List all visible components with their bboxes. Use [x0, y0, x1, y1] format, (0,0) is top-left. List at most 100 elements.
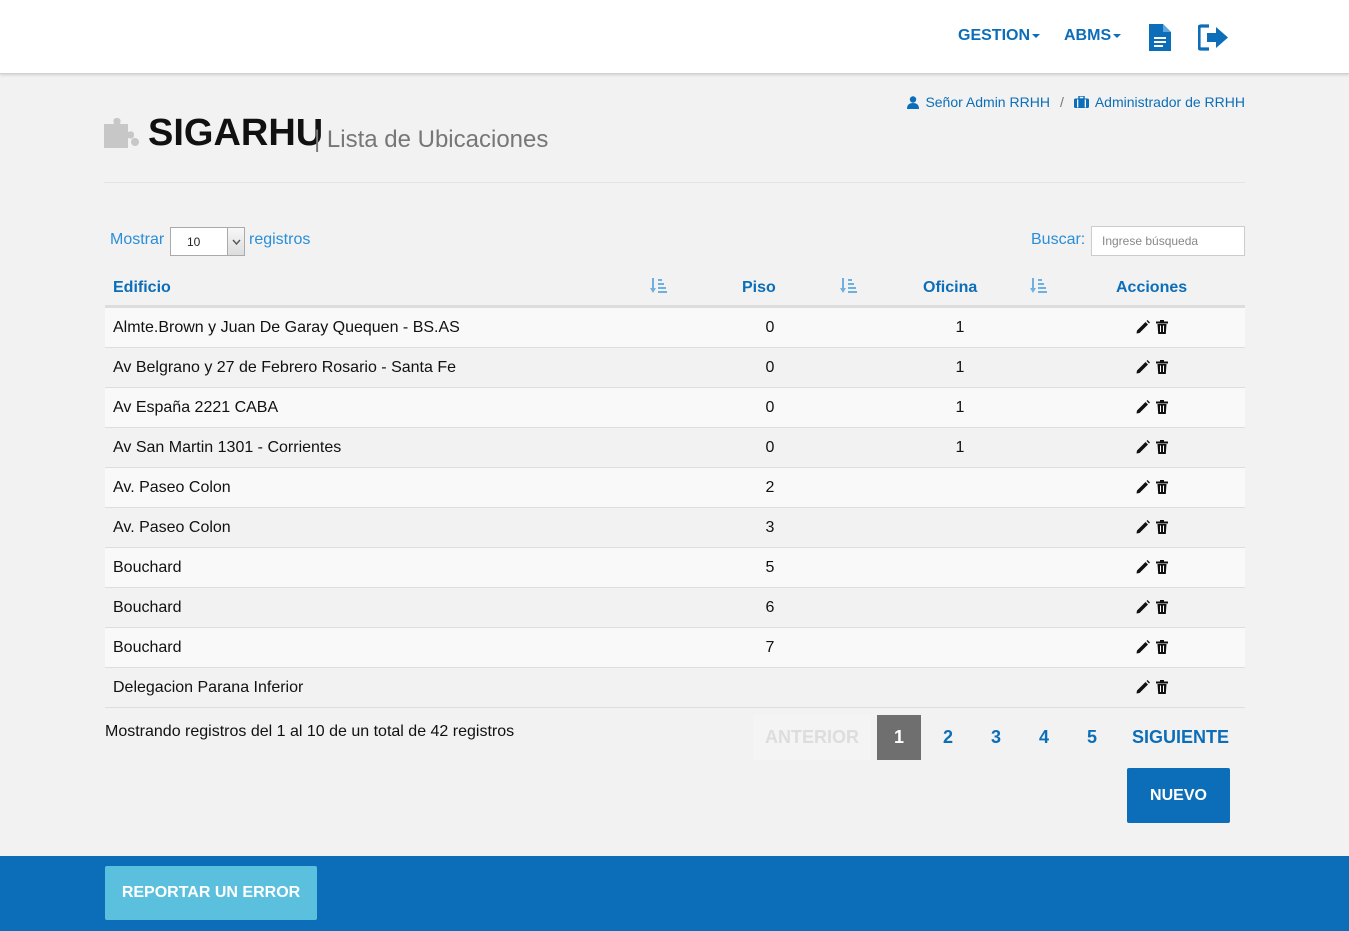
- sort-icon[interactable]: [840, 277, 857, 299]
- cell-edificio: Av San Martin 1301 - Corrientes: [113, 439, 342, 456]
- edit-icon[interactable]: [1136, 360, 1150, 379]
- cell-piso: 0: [765, 319, 775, 336]
- trash-icon[interactable]: [1156, 640, 1168, 659]
- row-actions: [1136, 680, 1168, 699]
- trash-icon[interactable]: [1156, 440, 1168, 459]
- page-size-select[interactable]: 10: [170, 227, 245, 256]
- new-button[interactable]: NUEVO: [1127, 768, 1230, 823]
- column-header-piso[interactable]: Piso: [742, 279, 776, 297]
- edit-icon[interactable]: [1136, 640, 1150, 659]
- user-icon: [907, 95, 920, 109]
- app-title: SIGARHU: [148, 112, 324, 154]
- table-row: Delegacion Parana Inferior: [105, 668, 1245, 708]
- breadcrumb-role[interactable]: Administrador de RRHH: [1073, 94, 1245, 110]
- row-actions: [1136, 440, 1168, 459]
- row-actions: [1136, 480, 1168, 499]
- table-row: Bouchard 6: [105, 588, 1245, 628]
- sort-icon[interactable]: [650, 277, 667, 299]
- pagination-next-button[interactable]: SIGUIENTE: [1128, 715, 1233, 760]
- table-row: Av España 2221 CABA 0 1: [105, 388, 1245, 428]
- edit-icon[interactable]: [1136, 600, 1150, 619]
- cell-oficina: 1: [955, 319, 965, 336]
- cell-piso: 6: [765, 599, 775, 616]
- logout-icon[interactable]: [1197, 24, 1229, 56]
- trash-icon[interactable]: [1156, 400, 1168, 419]
- edit-icon[interactable]: [1136, 560, 1150, 579]
- caret-down-icon: [1032, 33, 1041, 38]
- pagination-page-4[interactable]: 4: [1022, 715, 1066, 760]
- trash-icon[interactable]: [1156, 600, 1168, 619]
- table-row: Almte.Brown y Juan De Garay Quequen - BS…: [105, 308, 1245, 348]
- trash-icon[interactable]: [1156, 480, 1168, 499]
- column-header-oficina[interactable]: Oficina: [923, 279, 977, 297]
- row-actions: [1136, 600, 1168, 619]
- menu-gestion[interactable]: GESTION: [958, 27, 1041, 45]
- column-header-edificio[interactable]: Edificio: [113, 279, 171, 297]
- cell-edificio: Delegacion Parana Inferior: [113, 679, 304, 696]
- document-icon[interactable]: [1149, 24, 1171, 56]
- cell-piso: 3: [765, 519, 775, 536]
- search-label: Buscar:: [1031, 231, 1086, 248]
- trash-icon[interactable]: [1156, 560, 1168, 579]
- chevron-down-icon: [227, 228, 244, 255]
- cell-piso: 0: [765, 359, 775, 376]
- row-actions: [1136, 520, 1168, 539]
- report-error-button[interactable]: REPORTAR UN ERROR: [105, 866, 317, 920]
- trash-icon[interactable]: [1156, 680, 1168, 699]
- cell-edificio: Bouchard: [113, 639, 182, 656]
- breadcrumb: Señor Admin RRHH / Administrador de RRHH: [907, 94, 1245, 110]
- pagination-page-1[interactable]: 1: [877, 715, 921, 760]
- table-header: Edificio Piso Oficina Acciones: [105, 268, 1245, 308]
- records-label: registros: [249, 231, 311, 248]
- table-body: Almte.Brown y Juan De Garay Quequen - BS…: [105, 308, 1245, 708]
- cell-piso: 7: [765, 639, 775, 656]
- edit-icon[interactable]: [1136, 440, 1150, 459]
- row-actions: [1136, 560, 1168, 579]
- search-input[interactable]: [1091, 226, 1245, 256]
- locations-table: Edificio Piso Oficina Acciones Almte.Bro…: [105, 268, 1245, 708]
- breadcrumb-role-label: Administrador de RRHH: [1094, 94, 1245, 110]
- menu-abms[interactable]: ABMS: [1064, 27, 1122, 45]
- cell-piso: 2: [765, 479, 775, 496]
- cell-edificio: Av Belgrano y 27 de Febrero Rosario - Sa…: [113, 359, 456, 376]
- menu-gestion-label: GESTION: [958, 27, 1031, 44]
- trash-icon[interactable]: [1156, 320, 1168, 339]
- edit-icon[interactable]: [1136, 320, 1150, 339]
- footer: REPORTAR UN ERROR: [0, 856, 1349, 931]
- cell-oficina: 1: [955, 399, 965, 416]
- briefcase-icon: [1073, 96, 1089, 108]
- sort-icon[interactable]: [1030, 277, 1047, 299]
- cell-piso: 5: [765, 559, 775, 576]
- pagination-page-3[interactable]: 3: [974, 715, 1018, 760]
- column-header-acciones: Acciones: [1116, 279, 1188, 296]
- pagination-prev-button[interactable]: ANTERIOR: [753, 715, 871, 760]
- breadcrumb-user[interactable]: Señor Admin RRHH: [907, 94, 1050, 110]
- edit-icon[interactable]: [1136, 480, 1150, 499]
- page-size-value: 10: [187, 235, 201, 249]
- pagination-page-5[interactable]: 5: [1070, 715, 1114, 760]
- edit-icon[interactable]: [1136, 520, 1150, 539]
- trash-icon[interactable]: [1156, 520, 1168, 539]
- puzzle-icon: [104, 116, 140, 155]
- pagination-page-2[interactable]: 2: [926, 715, 970, 760]
- cell-edificio: Almte.Brown y Juan De Garay Quequen - BS…: [113, 319, 460, 336]
- breadcrumb-separator: /: [1059, 94, 1064, 110]
- cell-edificio: Av. Paseo Colon: [113, 519, 231, 536]
- row-actions: [1136, 320, 1168, 339]
- cell-edificio: Av. Paseo Colon: [113, 479, 231, 496]
- table-row: Av San Martin 1301 - Corrientes 0 1: [105, 428, 1245, 468]
- cell-edificio: Bouchard: [113, 559, 182, 576]
- top-navbar: GESTION ABMS: [0, 0, 1349, 74]
- table-row: Av. Paseo Colon 3: [105, 508, 1245, 548]
- edit-icon[interactable]: [1136, 680, 1150, 699]
- table-row: Bouchard 7: [105, 628, 1245, 668]
- edit-icon[interactable]: [1136, 400, 1150, 419]
- table-row: Av. Paseo Colon 2: [105, 468, 1245, 508]
- page-subtitle: | Lista de Ubicaciones: [314, 126, 549, 153]
- table-row: Av Belgrano y 27 de Febrero Rosario - Sa…: [105, 348, 1245, 388]
- table-info: Mostrando registros del 1 al 10 de un to…: [105, 723, 515, 740]
- cell-edificio: Bouchard: [113, 599, 182, 616]
- trash-icon[interactable]: [1156, 360, 1168, 379]
- row-actions: [1136, 640, 1168, 659]
- divider: [104, 182, 1245, 183]
